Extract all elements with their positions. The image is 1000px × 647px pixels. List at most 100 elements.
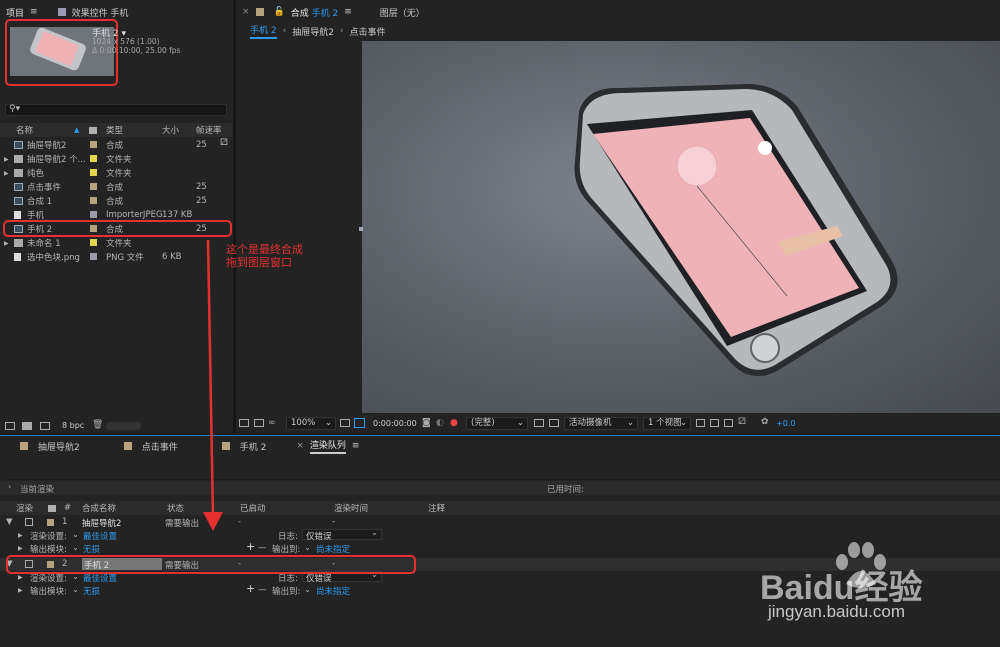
settings-dropdown-icon[interactable]: ⌄	[72, 530, 79, 540]
project-item[interactable]: 合成 1 合成 25	[0, 194, 225, 208]
trash-icon[interactable]: 🗑	[92, 420, 103, 430]
label-color-swatch[interactable]	[90, 239, 97, 246]
project-item[interactable]: ▶ 未命名 1 文件夹	[0, 236, 225, 250]
project-item[interactable]: 选中色块.png PNG 文件 6 KB	[0, 250, 225, 264]
module-dropdown-icon[interactable]: ⌄	[72, 543, 79, 553]
tab-click-event[interactable]: 点击事件	[142, 440, 178, 453]
snapshot-icon[interactable]: ◙	[422, 418, 431, 428]
pixel-aspect-icon[interactable]	[696, 419, 705, 427]
expand-arrow-icon[interactable]: ▶	[4, 170, 9, 177]
close-tab-icon[interactable]: ×	[296, 441, 304, 451]
new-comp-icon[interactable]	[40, 422, 50, 430]
output-module-value[interactable]: 无损	[83, 585, 100, 597]
new-folder-icon[interactable]	[22, 422, 32, 430]
output-dropdown-icon[interactable]: ⌄	[304, 585, 311, 595]
expand-arrow-icon[interactable]: ▶	[4, 156, 9, 163]
expand-arrow-icon[interactable]: ▶	[18, 574, 23, 581]
project-scrollbar[interactable]	[106, 422, 141, 430]
col-comp-name[interactable]: 合成名称	[82, 502, 116, 514]
breadcrumb-drawer[interactable]: 抽屉导航2	[292, 25, 334, 38]
comp-viewer[interactable]	[362, 41, 1000, 413]
tab-render-queue[interactable]: 渲染队列	[309, 438, 346, 454]
resolution-dropdown[interactable]: (完整) ⌄	[466, 417, 528, 430]
label-color-swatch[interactable]	[90, 211, 97, 218]
label-color-swatch[interactable]	[90, 183, 97, 190]
render-settings-value[interactable]: 最佳设置	[83, 530, 117, 542]
timecode-display[interactable]: 0:00:00:00	[373, 419, 417, 428]
col-size[interactable]: 大小	[162, 124, 179, 136]
breadcrumb-phone2[interactable]: 手机 2	[250, 23, 277, 39]
project-item[interactable]: ▶ 纯色 文件夹	[0, 166, 225, 180]
bpc-label[interactable]: 8 bpc	[62, 421, 84, 430]
render-item-row[interactable]: ▼ 1 抽屉导航2 需要输出 - -	[0, 516, 1000, 529]
close-tab-icon[interactable]: ×	[242, 7, 250, 17]
label-color-swatch[interactable]	[90, 155, 97, 162]
tab-drawer-nav[interactable]: 抽屉导航2	[38, 440, 80, 453]
expand-arrow-icon[interactable]: ▶	[18, 545, 23, 552]
output-module-value[interactable]: 无损	[83, 543, 100, 555]
col-name[interactable]: 名称	[16, 124, 33, 136]
tab-composition[interactable]: 合成 手机 2	[291, 6, 338, 19]
col-num[interactable]: #	[64, 503, 71, 513]
comp-panel-menu-icon[interactable]: ≡	[344, 7, 352, 17]
interpret-footage-icon[interactable]	[5, 422, 15, 430]
panel-menu-icon[interactable]: ≡	[30, 7, 38, 17]
fast-preview-icon[interactable]	[710, 419, 719, 427]
view-layout-dropdown[interactable]: 1 个视图 ⌄	[643, 417, 691, 430]
col-status[interactable]: 状态	[167, 502, 184, 514]
remove-output-icon[interactable]: —	[258, 543, 267, 553]
lock-icon[interactable]: 🔓	[274, 7, 285, 17]
render-checkbox[interactable]	[25, 518, 33, 526]
label-color-swatch[interactable]	[90, 169, 97, 176]
transparency-icon[interactable]	[549, 419, 559, 427]
remove-output-icon[interactable]: —	[258, 585, 267, 595]
tab-effect-controls[interactable]: 效果控件 手机	[72, 6, 129, 19]
show-snapshot-icon[interactable]: ◐	[436, 418, 444, 428]
expand-chevron-icon[interactable]: ›	[8, 482, 11, 491]
collapse-arrow-icon[interactable]: ▼	[6, 517, 13, 527]
project-item[interactable]: 抽屉导航2 合成 25	[0, 138, 225, 152]
render-comp-name[interactable]: 抽屉导航2	[82, 517, 121, 529]
expand-arrow-icon[interactable]: ▶	[4, 240, 9, 247]
tab-layer[interactable]: 图层（无）	[380, 6, 425, 19]
search-input[interactable]: ⚲▾	[5, 104, 227, 116]
col-type[interactable]: 类型	[106, 124, 123, 136]
transparency-grid-icon[interactable]	[354, 418, 365, 428]
exposure-value[interactable]: +0.0	[776, 419, 795, 428]
label-color-swatch[interactable]	[90, 141, 97, 148]
output-dropdown-icon[interactable]: ⌄	[304, 543, 311, 553]
zoom-dropdown[interactable]: 100% ⌄	[286, 417, 336, 430]
log-dropdown[interactable]: 仅错误 ⌄	[302, 528, 382, 542]
col-fps[interactable]: 帧速率	[196, 124, 222, 136]
color-channel-icon[interactable]: ●	[450, 418, 458, 428]
timeline-icon[interactable]	[724, 419, 733, 427]
col-comment[interactable]: 注释	[428, 502, 445, 514]
safe-zone-icon[interactable]	[340, 419, 350, 427]
project-item[interactable]: ▶ 抽屉导航2 个... 文件夹	[0, 152, 225, 166]
vr-icon[interactable]: ∞	[268, 418, 276, 428]
monitor-icon[interactable]	[254, 419, 264, 427]
col-render-time[interactable]: 渲染时间	[334, 502, 368, 514]
output-to-value[interactable]: 尚未指定	[316, 543, 350, 555]
render-panel-menu-icon[interactable]: ≡	[352, 441, 360, 451]
module-dropdown-icon[interactable]: ⌄	[72, 585, 79, 595]
col-started[interactable]: 已启动	[240, 502, 266, 514]
tab-phone2[interactable]: 手机 2	[240, 440, 267, 453]
expand-arrow-icon[interactable]: ▶	[18, 532, 23, 539]
always-preview-icon[interactable]	[239, 419, 249, 427]
tab-project[interactable]: 项目	[6, 6, 24, 19]
region-of-interest-icon[interactable]	[534, 419, 544, 427]
project-item[interactable]: 点击事件 合成 25	[0, 180, 225, 194]
camera-dropdown[interactable]: 活动摄像机 ⌄	[564, 417, 638, 430]
add-output-icon[interactable]: +	[246, 582, 255, 595]
breadcrumb-click-event[interactable]: 点击事件	[350, 25, 386, 38]
label-color-swatch[interactable]	[90, 197, 97, 204]
flowchart-view-icon[interactable]: ⚂	[738, 417, 746, 427]
label-color-swatch[interactable]	[90, 253, 97, 260]
exposure-reset-icon[interactable]: ✿	[761, 417, 769, 427]
add-output-icon[interactable]: +	[246, 540, 255, 553]
panel-divider[interactable]	[233, 0, 236, 433]
expand-arrow-icon[interactable]: ▶	[18, 587, 23, 594]
output-to-value[interactable]: 尚未指定	[316, 585, 350, 597]
col-render[interactable]: 渲染	[16, 502, 33, 514]
